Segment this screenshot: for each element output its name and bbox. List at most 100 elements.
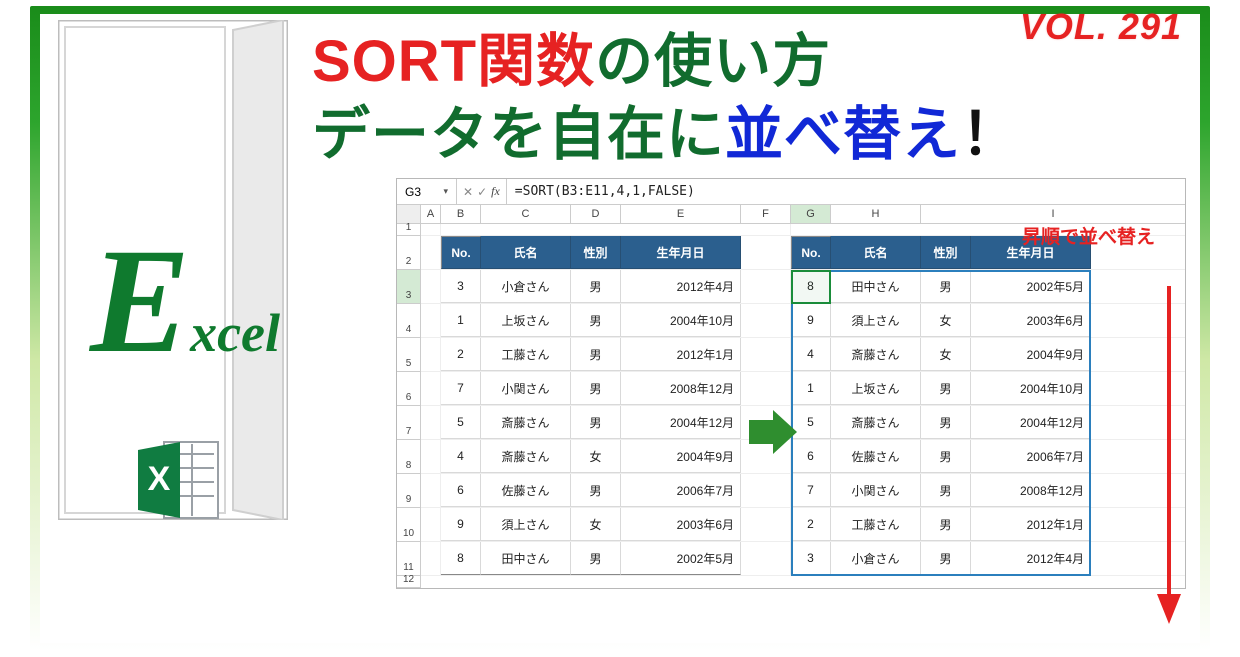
row-header-7[interactable]: 7 bbox=[397, 406, 421, 440]
col-header-B[interactable]: B bbox=[441, 205, 481, 223]
col-header-C[interactable]: C bbox=[481, 205, 571, 223]
table-cell[interactable]: 2002年5月 bbox=[621, 542, 741, 575]
cancel-icon[interactable]: ✕ bbox=[463, 185, 473, 199]
table-cell[interactable]: 2008年12月 bbox=[971, 474, 1091, 507]
table-cell[interactable]: 5 bbox=[791, 406, 831, 439]
fx-icon[interactable]: fx bbox=[491, 184, 500, 199]
row-header-11[interactable]: 11 bbox=[397, 542, 421, 576]
col-header-H[interactable]: H bbox=[831, 205, 921, 223]
table-cell[interactable]: 斎藤さん bbox=[481, 406, 571, 439]
name-box[interactable]: G3 ▾ bbox=[397, 179, 457, 204]
table-cell[interactable]: 2004年9月 bbox=[621, 440, 741, 473]
table-cell[interactable]: 男 bbox=[921, 406, 971, 439]
table-cell[interactable]: 2006年7月 bbox=[621, 474, 741, 507]
table-cell[interactable]: 4 bbox=[441, 440, 481, 473]
table-cell[interactable]: 2004年10月 bbox=[621, 304, 741, 337]
table-cell[interactable]: 小関さん bbox=[831, 474, 921, 507]
table-cell[interactable]: 小倉さん bbox=[831, 542, 921, 575]
table-cell[interactable]: 工藤さん bbox=[481, 338, 571, 371]
table-cell[interactable]: 3 bbox=[791, 542, 831, 575]
table-cell[interactable]: 女 bbox=[571, 508, 621, 541]
table-cell[interactable]: 1 bbox=[441, 304, 481, 337]
table-cell[interactable]: 8 bbox=[441, 542, 481, 575]
table-cell[interactable]: 小関さん bbox=[481, 372, 571, 405]
table-cell[interactable]: 上坂さん bbox=[831, 372, 921, 405]
table-cell[interactable]: 2 bbox=[791, 508, 831, 541]
table-cell[interactable]: 男 bbox=[921, 474, 971, 507]
row-header-8[interactable]: 8 bbox=[397, 440, 421, 474]
table-cell[interactable]: 2004年10月 bbox=[971, 372, 1091, 405]
table-cell[interactable]: 女 bbox=[921, 338, 971, 371]
row-header-4[interactable]: 4 bbox=[397, 304, 421, 338]
table-cell[interactable]: 男 bbox=[571, 270, 621, 303]
table-cell[interactable]: 男 bbox=[571, 304, 621, 337]
table-cell[interactable]: 男 bbox=[921, 440, 971, 473]
table-cell[interactable]: 6 bbox=[791, 440, 831, 473]
table-cell[interactable]: 7 bbox=[791, 474, 831, 507]
table-cell[interactable]: 1 bbox=[791, 372, 831, 405]
table-cell[interactable]: 4 bbox=[791, 338, 831, 371]
table-cell[interactable]: 男 bbox=[571, 372, 621, 405]
table-cell[interactable]: 3 bbox=[441, 270, 481, 303]
table-cell[interactable]: 9 bbox=[441, 508, 481, 541]
table-cell[interactable]: 2004年12月 bbox=[621, 406, 741, 439]
table-cell[interactable]: 男 bbox=[921, 508, 971, 541]
row-header-3[interactable]: 3 bbox=[397, 270, 421, 304]
table-cell[interactable]: 2012年1月 bbox=[971, 508, 1091, 541]
col-header-I[interactable]: I bbox=[921, 205, 1185, 223]
row-header-1[interactable]: 1 bbox=[397, 224, 421, 236]
table-cell[interactable]: 須上さん bbox=[481, 508, 571, 541]
table-cell[interactable]: 佐藤さん bbox=[481, 474, 571, 507]
table-cell[interactable]: 2002年5月 bbox=[971, 270, 1091, 303]
table-cell[interactable]: 女 bbox=[571, 440, 621, 473]
table-cell[interactable]: 佐藤さん bbox=[831, 440, 921, 473]
col-header-G[interactable]: G bbox=[791, 205, 831, 223]
table-cell[interactable]: 男 bbox=[921, 270, 971, 303]
table-cell[interactable]: 男 bbox=[571, 474, 621, 507]
row-header-5[interactable]: 5 bbox=[397, 338, 421, 372]
table-cell[interactable]: 田中さん bbox=[831, 270, 921, 303]
table-cell[interactable]: 男 bbox=[921, 542, 971, 575]
row-header-6[interactable]: 6 bbox=[397, 372, 421, 406]
row-header-9[interactable]: 9 bbox=[397, 474, 421, 508]
table-cell[interactable]: 6 bbox=[441, 474, 481, 507]
table-cell[interactable]: 女 bbox=[921, 304, 971, 337]
col-header-D[interactable]: D bbox=[571, 205, 621, 223]
table-cell[interactable]: 2003年6月 bbox=[971, 304, 1091, 337]
row-header-10[interactable]: 10 bbox=[397, 508, 421, 542]
select-all-corner[interactable] bbox=[397, 205, 421, 223]
table-cell[interactable]: 2008年12月 bbox=[621, 372, 741, 405]
table-cell[interactable]: 斎藤さん bbox=[831, 406, 921, 439]
accept-icon[interactable]: ✓ bbox=[477, 185, 487, 199]
table-cell[interactable]: 上坂さん bbox=[481, 304, 571, 337]
table-cell[interactable]: 2012年4月 bbox=[621, 270, 741, 303]
table-cell[interactable]: 5 bbox=[441, 406, 481, 439]
table-cell[interactable]: 男 bbox=[571, 406, 621, 439]
row-header-2[interactable]: 2 bbox=[397, 236, 421, 270]
col-header-A[interactable]: A bbox=[421, 205, 441, 223]
table-cell[interactable]: 工藤さん bbox=[831, 508, 921, 541]
table-cell[interactable]: 2012年1月 bbox=[621, 338, 741, 371]
table-cell[interactable]: 男 bbox=[921, 372, 971, 405]
table-cell[interactable]: 男 bbox=[571, 338, 621, 371]
col-header-F[interactable]: F bbox=[741, 205, 791, 223]
formula-input[interactable]: =SORT(B3:E11,4,1,FALSE) bbox=[507, 184, 703, 199]
grid-cells[interactable]: 昇順で並べ替え No. 氏名 性別 生年月日 N bbox=[421, 224, 1185, 588]
table-cell[interactable]: 9 bbox=[791, 304, 831, 337]
table-cell[interactable]: 小倉さん bbox=[481, 270, 571, 303]
table-cell[interactable]: 8 bbox=[791, 270, 831, 303]
table-cell[interactable]: 男 bbox=[571, 542, 621, 575]
table-cell[interactable]: 2006年7月 bbox=[971, 440, 1091, 473]
table-cell[interactable]: 須上さん bbox=[831, 304, 921, 337]
col-header-E[interactable]: E bbox=[621, 205, 741, 223]
table-cell[interactable]: 2003年6月 bbox=[621, 508, 741, 541]
table-cell[interactable]: 2 bbox=[441, 338, 481, 371]
table-cell[interactable]: 2004年9月 bbox=[971, 338, 1091, 371]
table-cell[interactable]: 2004年12月 bbox=[971, 406, 1091, 439]
table-cell[interactable]: 斎藤さん bbox=[481, 440, 571, 473]
table-cell[interactable]: 田中さん bbox=[481, 542, 571, 575]
row-header-12[interactable]: 12 bbox=[397, 576, 421, 588]
table-cell[interactable]: 2012年4月 bbox=[971, 542, 1091, 575]
table-cell[interactable]: 7 bbox=[441, 372, 481, 405]
table-cell[interactable]: 斎藤さん bbox=[831, 338, 921, 371]
